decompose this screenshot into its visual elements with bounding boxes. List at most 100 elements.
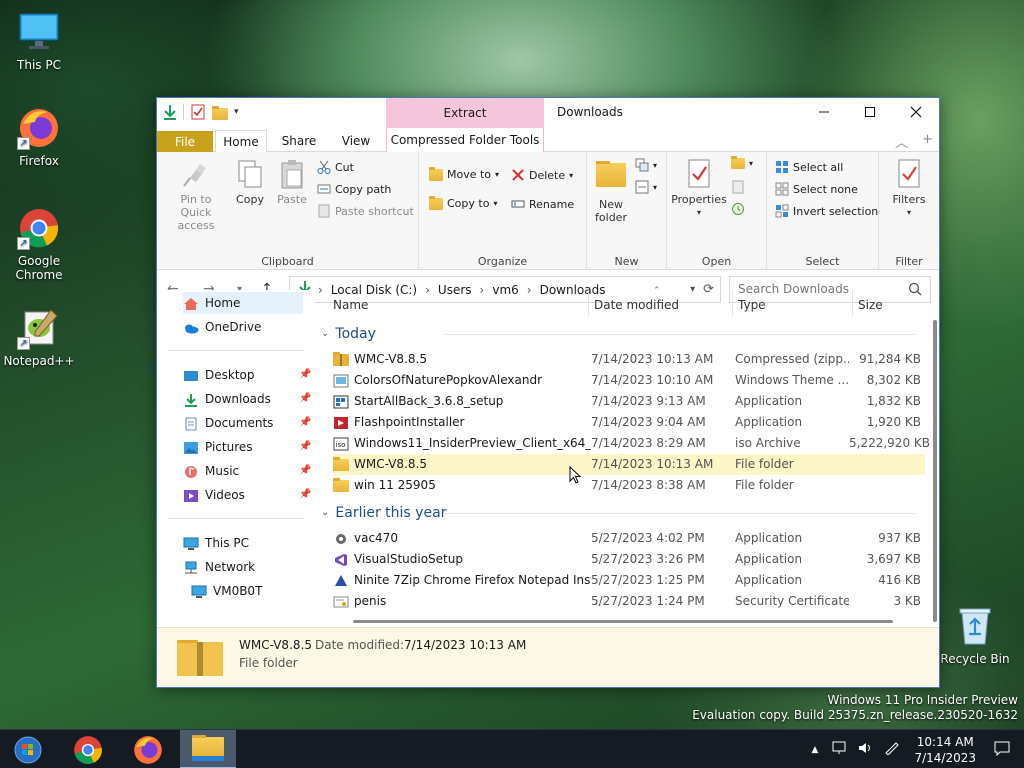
horizontal-scrollbar[interactable] (353, 620, 893, 623)
nav-downloads[interactable]: Downloads (183, 388, 271, 410)
file-row[interactable]: vac470 5/27/2023 4:02 PM Application 937… (333, 528, 925, 549)
file-row-selected[interactable]: WMC-V8.8.5 7/14/2023 10:13 AM File folde… (333, 454, 925, 475)
monitor-icon (183, 536, 199, 550)
nav-network[interactable]: Network (183, 556, 255, 578)
easy-access-button[interactable]: ▾ (635, 180, 657, 194)
qat-dropdown-icon[interactable]: ▾ (234, 104, 244, 120)
nav-this-pc[interactable]: This PC (183, 532, 249, 554)
invert-selection-button[interactable]: Invert selection (775, 204, 878, 218)
videos-icon (183, 488, 199, 502)
group-header-today[interactable]: ⌄ Today (321, 323, 914, 345)
desktop-icon-chrome[interactable]: ↗ Google Chrome (3, 206, 75, 282)
vertical-scrollbar[interactable] (933, 320, 937, 622)
file-row[interactable]: Ninite 7Zip Chrome Firefox Notepad Inst.… (333, 570, 925, 591)
clock[interactable]: 10:14 AM 7/14/2023 (914, 734, 976, 766)
properties-check-icon[interactable] (190, 104, 206, 120)
copy-path-button[interactable]: Copy path (317, 182, 391, 196)
nav-pictures[interactable]: Pictures (183, 436, 253, 458)
column-header-name[interactable]: Name (333, 294, 368, 316)
desktop-icon-recycle-bin[interactable]: Recycle Bin (939, 604, 1011, 666)
nav-onedrive[interactable]: OneDrive (183, 316, 261, 338)
nav-home[interactable]: Home (183, 292, 303, 314)
pin-icon[interactable]: 📌 (299, 460, 311, 482)
nav-music[interactable]: Music (183, 460, 239, 482)
history-button[interactable] (731, 202, 745, 216)
taskbar-chrome[interactable] (60, 730, 116, 768)
nav-vm[interactable]: VM0B0T (191, 580, 262, 602)
taskbar-file-explorer[interactable] (180, 730, 236, 768)
select-all-button[interactable]: Select all (775, 160, 843, 174)
copy-to-button[interactable]: Copy to ▾ (429, 195, 497, 210)
details-type: File folder (239, 656, 298, 670)
pin-icon[interactable]: 📌 (299, 388, 311, 410)
tab-file[interactable]: File (157, 131, 213, 153)
file-row[interactable]: win 11 25905 7/14/2023 8:38 AM File fold… (333, 475, 925, 496)
maximize-button[interactable] (847, 98, 893, 126)
details-date-value: 7/14/2023 10:13 AM (404, 638, 527, 652)
desktop-icon-this-pc[interactable]: This PC (3, 10, 75, 72)
move-to-button[interactable]: Move to ▾ (429, 166, 499, 181)
group-new: New folder ▾ ▾ New (587, 152, 667, 270)
cut-button[interactable]: Cut (317, 160, 354, 174)
group-filter: Filters ▾ Filter (879, 152, 939, 270)
desktop-icon-firefox[interactable]: ↗ Firefox (3, 106, 75, 168)
file-row[interactable]: VisualStudioSetup 5/27/2023 3:26 PM Appl… (333, 549, 925, 570)
pin-icon[interactable]: 📌 (299, 484, 311, 506)
tab-share[interactable]: Share (275, 130, 323, 152)
pin-icon[interactable]: 📌 (299, 364, 311, 386)
properties-button[interactable]: Properties ▾ (671, 158, 727, 219)
new-item-button[interactable]: ▾ (635, 158, 657, 172)
notifications-icon[interactable] (994, 740, 1010, 759)
nav-videos[interactable]: Videos (183, 484, 245, 506)
collapse-ribbon-icon[interactable]: ︿ (895, 132, 908, 151)
download-arrow-icon[interactable] (163, 104, 177, 120)
title-bar[interactable]: ▾ Extract Downloads (157, 98, 939, 128)
desktop-icon-notepadpp[interactable]: ↗ Notepad++ (3, 306, 75, 368)
help-plus-icon[interactable]: + (922, 132, 933, 151)
file-row[interactable]: StartAllBack_3.6.8_setup 7/14/2023 9:13 … (333, 391, 925, 412)
start-button[interactable] (0, 730, 56, 768)
pin-icon[interactable]: 📌 (299, 412, 311, 434)
file-row[interactable]: ColorsOfNaturePopkovAlexandr 7/14/2023 1… (333, 370, 925, 391)
close-button[interactable] (893, 98, 939, 126)
edit-button[interactable] (731, 180, 745, 194)
nav-documents[interactable]: Documents (183, 412, 273, 434)
open-button[interactable]: ▾ (731, 156, 753, 169)
select-none-button[interactable]: Select none (775, 182, 858, 196)
zip-folder-icon (333, 351, 349, 366)
column-header-type[interactable]: Type (738, 294, 766, 316)
column-header-size[interactable]: Size (858, 294, 883, 316)
delete-x-icon (511, 168, 525, 182)
network-status-icon[interactable] (832, 741, 848, 758)
copy-button[interactable]: Copy (233, 158, 267, 206)
edit-icon (731, 180, 745, 194)
delete-button[interactable]: Delete ▾ (511, 168, 573, 182)
rename-button[interactable]: Rename (511, 197, 574, 211)
tray-overflow-chevron-icon[interactable]: ▲ (812, 745, 819, 755)
nav-desktop[interactable]: Desktop (183, 364, 255, 386)
minimize-button[interactable] (801, 98, 847, 126)
tab-compressed-folder-tools[interactable]: Compressed Folder Tools (386, 128, 544, 152)
pen-icon[interactable] (884, 741, 900, 758)
taskbar-firefox[interactable] (120, 730, 176, 768)
group-header-earlier[interactable]: ⌄ Earlier this year (321, 502, 917, 524)
column-header-date[interactable]: Date modified (594, 294, 679, 316)
paste-button[interactable]: Paste (273, 158, 311, 206)
tab-view[interactable]: View (331, 130, 381, 152)
paste-shortcut-button[interactable]: Paste shortcut (317, 204, 414, 218)
new-folder-icon[interactable] (212, 105, 228, 120)
file-row[interactable]: FlashpointInstaller 7/14/2023 9:04 AM Ap… (333, 412, 925, 433)
pin-icon[interactable]: 📌 (299, 436, 311, 458)
tab-home[interactable]: Home (215, 130, 267, 153)
window-title: Downloads (557, 105, 623, 119)
filters-button[interactable]: Filters ▾ (887, 158, 931, 219)
volume-icon[interactable] (858, 741, 874, 758)
file-row[interactable]: WMC-V8.8.5 7/14/2023 10:13 AM Compressed… (333, 349, 925, 370)
home-icon (183, 296, 199, 310)
new-folder-button[interactable]: New folder (591, 158, 631, 224)
pin-quick-access-button[interactable]: Pin to Quick access (161, 158, 231, 232)
file-row[interactable]: iso Windows11_InsiderPreview_Client_x64_e… (333, 433, 930, 454)
file-row[interactable]: penis 5/27/2023 1:24 PM Security Certifi… (333, 591, 925, 612)
shortcut-arrow-icon: ↗ (17, 337, 30, 350)
details-date-label: Date modified: (315, 638, 405, 652)
